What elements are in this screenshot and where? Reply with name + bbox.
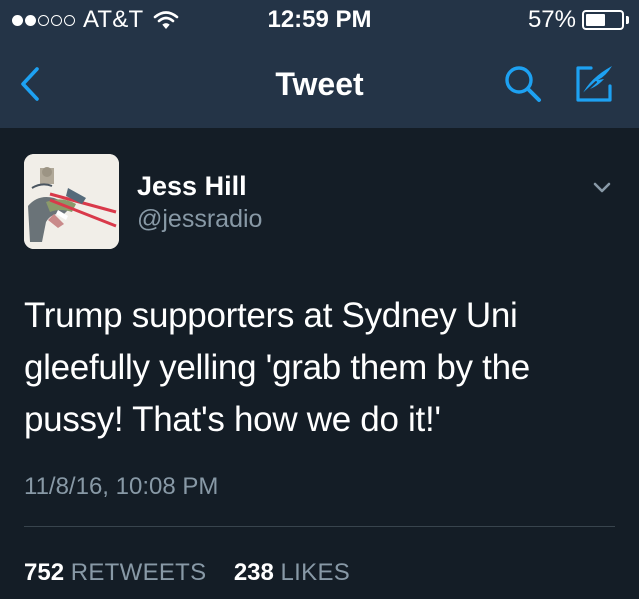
- retweets-label[interactable]: RETWEETS: [71, 559, 207, 586]
- status-bar: AT&T 12:59 PM 57%: [0, 0, 639, 40]
- compose-icon: [576, 66, 612, 102]
- status-right: 57%: [528, 6, 629, 34]
- likes-label[interactable]: LIKES: [281, 559, 351, 586]
- retweets-count[interactable]: 752: [24, 559, 64, 586]
- tweet-detail: Jess Hill @jessradio Trump supporters at…: [0, 128, 639, 599]
- top-chrome: AT&T 12:59 PM 57% Tweet: [0, 0, 639, 128]
- search-icon: [505, 66, 541, 102]
- avatar-illustration: [24, 154, 119, 249]
- search-button[interactable]: [500, 62, 548, 106]
- tweet-text-line: Trump supporters at Sydney Uni: [24, 296, 518, 335]
- tweet-timestamp: 11/8/16, 10:08 PM: [24, 473, 219, 500]
- compose-button[interactable]: [570, 62, 618, 106]
- battery-tip: [626, 16, 629, 24]
- battery-percentage: 57%: [527, 6, 576, 33]
- tweet-detail-screen: AT&T 12:59 PM 57% Tweet Jess Hill @jessr…: [0, 0, 639, 599]
- chevron-down-icon: [593, 182, 611, 193]
- tweet-text-line: gleefully yelling 'grab them by the: [24, 348, 530, 387]
- tweet-stats: 752 RETWEETS 238 LIKES: [24, 558, 350, 588]
- navigation-bar: Tweet: [0, 40, 639, 128]
- avatar[interactable]: [24, 154, 119, 249]
- tweet-text-line: pussy! That's how we do it!': [24, 400, 441, 439]
- tweet-menu-button[interactable]: [584, 176, 620, 200]
- divider: [24, 526, 615, 527]
- author-handle[interactable]: @jessradio: [137, 204, 262, 234]
- author-name[interactable]: Jess Hill: [137, 170, 247, 202]
- tweet-text: Trump supporters at Sydney Uni gleefully…: [24, 290, 614, 446]
- likes-count[interactable]: 238: [234, 559, 274, 586]
- battery-level-fill: [586, 14, 605, 26]
- battery-icon: [582, 10, 624, 30]
